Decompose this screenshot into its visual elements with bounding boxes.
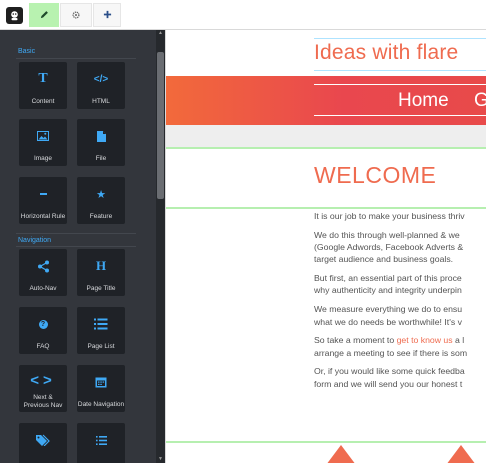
- paragraph-line: We measure everything we do to ensu: [314, 304, 463, 315]
- section-title-basic: Basic: [18, 48, 36, 55]
- paragraph-text: a l: [452, 335, 465, 346]
- title-rule-bottom: [314, 70, 486, 71]
- tab-settings[interactable]: [60, 3, 92, 27]
- area-divider: [166, 207, 486, 209]
- gear-icon: [72, 6, 80, 24]
- site-title[interactable]: Ideas with flare: [314, 41, 458, 65]
- heading-H-icon: H: [95, 258, 107, 273]
- widget-content[interactable]: T Content: [19, 62, 67, 109]
- widget-image[interactable]: Image: [19, 119, 67, 166]
- chevrons-icon: <>: [30, 371, 56, 389]
- content-block[interactable]: It is our job to make your business thri…: [314, 210, 486, 397]
- area-divider: [166, 147, 486, 149]
- paragraph-line: why authenticity and integrity underpin: [314, 285, 462, 296]
- widget-page-list[interactable]: Page List: [77, 307, 125, 354]
- widget-label: Feature: [89, 213, 113, 220]
- minus-icon: [19, 184, 67, 204]
- section-divider: [16, 58, 136, 59]
- pencil-icon: [40, 6, 49, 24]
- paragraph-line: But first, an essential part of this pro…: [314, 273, 462, 284]
- widget-label: Auto-Nav: [29, 285, 57, 292]
- paragraph: So take a moment to get to know us a l a…: [314, 334, 486, 359]
- widget-label: Horizontal Rule: [20, 213, 66, 220]
- list-icon: [77, 430, 125, 450]
- widget-page-title[interactable]: H Page Title: [77, 249, 125, 296]
- paragraph-text: So take a moment to: [314, 335, 397, 346]
- nav-rule-bottom: [314, 115, 486, 116]
- paragraph: We measure everything we do to ensu what…: [314, 303, 486, 328]
- star-icon: ★: [96, 188, 106, 201]
- paragraph-line: (Google Adwords, Facebook Adverts &: [314, 242, 464, 253]
- list-icon: [77, 314, 125, 334]
- widget-label: Date Navigation: [77, 401, 125, 408]
- tab-add[interactable]: [93, 3, 121, 27]
- widget-next-previous-nav[interactable]: <> Next & Previous Nav: [19, 365, 67, 412]
- scroll-down-icon[interactable]: ▼: [157, 456, 164, 462]
- widget-label: Page Title: [86, 285, 116, 292]
- page-preview: Ideas with flare Home G WELCOME It is ou…: [165, 30, 486, 463]
- nav-link-next[interactable]: G: [474, 90, 486, 112]
- paragraph: We do this through well-planned & we (Go…: [314, 229, 486, 266]
- share-icon: [19, 256, 67, 276]
- widget-label: Image: [33, 155, 53, 162]
- title-rule-top: [314, 38, 486, 39]
- widget-date-navigation[interactable]: Date Navigation: [77, 365, 125, 412]
- widget-label: FAQ: [36, 343, 50, 350]
- paragraph-line: form and we will send you our honest t: [314, 378, 463, 389]
- widget-list[interactable]: [77, 423, 125, 463]
- widget-html[interactable]: </> HTML: [77, 62, 125, 109]
- file-icon: [77, 126, 125, 146]
- area-divider: [166, 441, 486, 443]
- tab-edit[interactable]: [29, 3, 59, 27]
- grey-band: [166, 125, 486, 147]
- page-heading[interactable]: WELCOME: [314, 162, 436, 189]
- section-title-navigation: Navigation: [18, 237, 52, 244]
- get-to-know-us-link[interactable]: get to know us: [397, 335, 453, 345]
- app-logo[interactable]: [0, 3, 29, 27]
- paragraph-line: Or, if you would like some quick feedba: [314, 366, 465, 377]
- section-divider: [16, 233, 136, 234]
- paragraph: Or, if you would like some quick feedba …: [314, 365, 486, 390]
- sidebar-scroll-thumb[interactable]: [157, 52, 164, 199]
- tags-icon: [19, 430, 67, 450]
- widget-faq[interactable]: ? FAQ: [19, 307, 67, 354]
- widget-auto-nav[interactable]: Auto-Nav: [19, 249, 67, 296]
- section-divider: [16, 246, 136, 247]
- widget-label: Next & Previous Nav: [15, 394, 71, 410]
- widget-tags[interactable]: [19, 423, 67, 463]
- widget-label: HTML: [92, 98, 110, 105]
- code-icon: </>: [93, 73, 109, 85]
- paragraph: It is our job to make your business thri…: [314, 211, 465, 221]
- calendar-icon: [77, 372, 125, 392]
- plus-icon: [103, 6, 112, 24]
- widget-label: Page List: [87, 343, 115, 350]
- widget-feature[interactable]: ★ Feature: [77, 177, 125, 224]
- widget-label-line2: Previous Nav: [23, 402, 63, 409]
- paragraph-line: what we do needs be worthwhile! It's v: [314, 316, 462, 327]
- block-sidebar: Basic T Content </> HTML Image File Hori…: [0, 30, 165, 463]
- nav-rule-top: [314, 84, 486, 85]
- widget-file[interactable]: File: [77, 119, 125, 166]
- widget-horizontal-rule[interactable]: Horizontal Rule: [19, 177, 67, 224]
- scroll-up-icon[interactable]: ▲: [157, 30, 164, 36]
- paragraph: But first, an essential part of this pro…: [314, 272, 486, 297]
- decorative-triangle: [326, 445, 356, 463]
- paragraph-line: arrange a meeting to see if there is som: [314, 347, 468, 358]
- image-icon: [19, 126, 67, 146]
- widget-label: File: [95, 155, 107, 162]
- nav-link-home[interactable]: Home: [398, 90, 449, 112]
- logo-icon: [6, 6, 23, 24]
- paragraph-line: We do this through well-planned & we: [314, 229, 460, 240]
- decorative-triangle: [446, 445, 476, 463]
- text-T-icon: T: [38, 71, 48, 86]
- widget-label: Content: [31, 98, 55, 105]
- hero-nav-banner: Home G: [166, 76, 486, 125]
- question-icon: ?: [19, 314, 67, 334]
- widget-label-line1: Next &: [33, 394, 53, 401]
- top-toolbar: [0, 0, 486, 30]
- paragraph-line: target audience and business goals.: [314, 254, 454, 265]
